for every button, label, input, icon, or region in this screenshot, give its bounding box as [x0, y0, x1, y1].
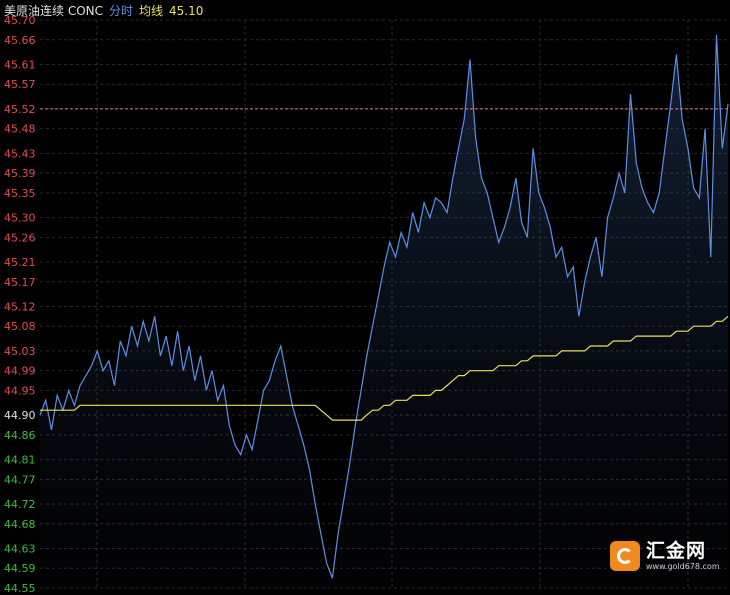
y-tick-label-26: 44.55: [4, 582, 36, 595]
watermark-name: 汇金网: [646, 540, 707, 562]
y-tick-label-10: 45.26: [4, 231, 36, 244]
y-tick-label-8: 45.35: [4, 187, 36, 200]
intraday-price-chart[interactable]: 45.70 45.66 45.61 45.57 45.52 45.48 45.43 45.39…: [0, 0, 730, 595]
y-tick-label-5: 45.48: [4, 123, 36, 136]
y-tick-label-0: 45.70: [4, 14, 36, 27]
y-tick-label-1: 45.66: [4, 34, 36, 47]
gold678-logo-icon: [610, 541, 640, 571]
watermark-url: www.gold678.com: [646, 562, 720, 571]
y-tick-label-19: 44.86: [4, 429, 36, 442]
y-tick-label-15: 45.03: [4, 345, 36, 358]
y-tick-label-22: 44.72: [4, 498, 36, 511]
y-tick-label-3: 45.57: [4, 78, 36, 91]
y-tick-label-13: 45.12: [4, 300, 36, 313]
y-tick-label-9: 45.30: [4, 212, 36, 225]
y-tick-label-14: 45.08: [4, 320, 36, 333]
y-tick-label-4: 45.52: [4, 103, 36, 116]
y-tick-label-25: 44.59: [4, 562, 36, 575]
y-tick-label-12: 45.17: [4, 276, 36, 289]
y-tick-label-7: 45.39: [4, 167, 36, 180]
y-tick-label-18: 44.90: [4, 409, 36, 422]
y-tick-label-20: 44.81: [4, 454, 36, 467]
y-tick-label-24: 44.63: [4, 542, 36, 555]
y-tick-label-16: 44.99: [4, 365, 36, 378]
y-tick-label-23: 44.68: [4, 518, 36, 531]
y-tick-label-17: 44.95: [4, 384, 36, 397]
y-tick-label-21: 44.77: [4, 473, 36, 486]
y-tick-label-2: 45.61: [4, 58, 36, 71]
y-tick-label-11: 45.21: [4, 256, 36, 269]
watermark: 汇金网 www.gold678.com: [610, 540, 720, 572]
y-tick-label-6: 45.43: [4, 147, 36, 160]
price-area: [40, 34, 728, 589]
